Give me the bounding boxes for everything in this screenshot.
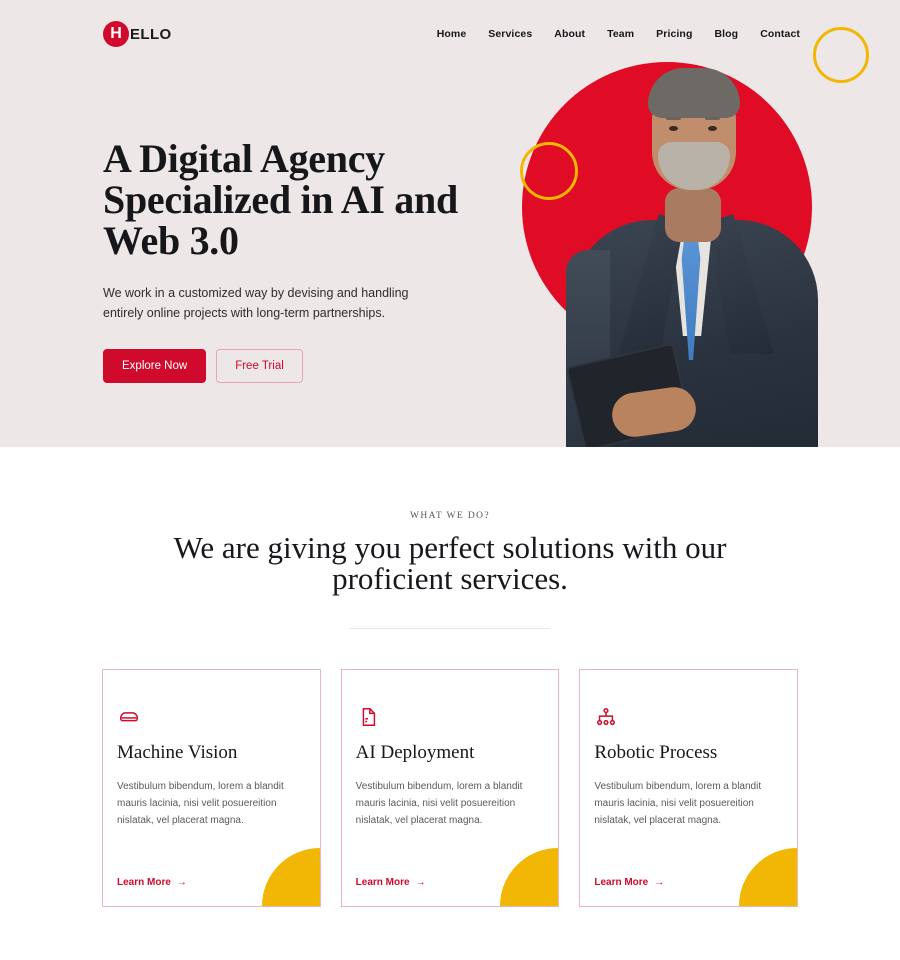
person-hair bbox=[648, 68, 740, 118]
logo[interactable]: H ELLO bbox=[103, 21, 172, 47]
nav-item-blog[interactable]: Blog bbox=[714, 28, 738, 40]
server-icon bbox=[118, 706, 300, 732]
nav-item-home[interactable]: Home bbox=[437, 28, 467, 40]
free-trial-button[interactable]: Free Trial bbox=[216, 349, 303, 383]
explore-now-button[interactable]: Explore Now bbox=[103, 349, 207, 383]
nav-item-contact[interactable]: Contact bbox=[760, 28, 800, 40]
yellow-corner-decoration bbox=[261, 848, 320, 906]
services-title: We are giving you perfect solutions with… bbox=[173, 530, 727, 596]
service-card-ai-deployment[interactable]: AI Deployment Vestibulum bibendum, lorem… bbox=[340, 669, 560, 907]
hero-title: A Digital Agency Specialized in AI and W… bbox=[103, 136, 458, 263]
service-card-title: Machine Vision bbox=[117, 742, 238, 763]
logo-text: ELLO bbox=[130, 25, 172, 43]
person-eyebrow-right bbox=[705, 117, 720, 120]
person-neck bbox=[665, 188, 721, 242]
learn-more-link[interactable]: Learn More → bbox=[117, 877, 187, 888]
yellow-corner-decoration bbox=[500, 848, 559, 906]
learn-more-label: Learn More bbox=[594, 877, 649, 888]
learn-more-link[interactable]: Learn More → bbox=[356, 877, 426, 888]
hero-person-image bbox=[560, 38, 830, 447]
person-eye-right bbox=[708, 126, 717, 131]
learn-more-label: Learn More bbox=[117, 877, 171, 888]
service-card-title: AI Deployment bbox=[355, 742, 475, 763]
nav-links: Home Services About Team Pricing Blog Co… bbox=[437, 28, 800, 40]
nav-item-services[interactable]: Services bbox=[488, 28, 532, 40]
nav-item-pricing[interactable]: Pricing bbox=[656, 28, 692, 40]
service-card-robotic-process[interactable]: Robotic Process Vestibulum bibendum, lor… bbox=[579, 669, 799, 907]
service-card-list: Machine Vision Vestibulum bibendum, lore… bbox=[0, 629, 900, 907]
person-eye-left bbox=[669, 126, 678, 131]
arrow-right-icon: → bbox=[415, 877, 426, 888]
logo-mark-icon: H bbox=[103, 21, 129, 47]
arrow-right-icon: → bbox=[176, 877, 187, 888]
services-eyebrow: WHAT WE DO? bbox=[410, 511, 490, 521]
learn-more-link[interactable]: Learn More → bbox=[594, 877, 664, 888]
hero-subtitle: We work in a customized way by devising … bbox=[103, 286, 409, 320]
learn-more-label: Learn More bbox=[355, 877, 410, 888]
service-card-text: Vestibulum bibendum, lorem a blandit mau… bbox=[594, 781, 762, 826]
main-navbar: H ELLO Home Services About Team Pricing … bbox=[0, 0, 900, 68]
arrow-right-icon: → bbox=[654, 877, 665, 888]
service-card-text: Vestibulum bibendum, lorem a blandit mau… bbox=[117, 781, 284, 826]
person-eyebrow-left bbox=[666, 117, 681, 120]
document-icon bbox=[357, 706, 539, 732]
services-section: WHAT WE DO? We are giving you perfect so… bbox=[0, 447, 900, 907]
service-card-machine-vision[interactable]: Machine Vision Vestibulum bibendum, lore… bbox=[102, 669, 321, 907]
service-card-text: Vestibulum bibendum, lorem a blandit mau… bbox=[355, 781, 523, 826]
hero-button-group: Explore Now Free Trial bbox=[103, 349, 463, 383]
service-card-title: Robotic Process bbox=[594, 742, 718, 763]
sitemap-icon bbox=[595, 706, 777, 732]
hero-section: H ELLO Home Services About Team Pricing … bbox=[0, 0, 900, 447]
nav-item-about[interactable]: About bbox=[554, 28, 585, 40]
nav-item-team[interactable]: Team bbox=[607, 28, 634, 40]
hero-content: A Digital Agency Specialized in AI and W… bbox=[103, 138, 463, 383]
yellow-corner-decoration bbox=[739, 848, 798, 906]
